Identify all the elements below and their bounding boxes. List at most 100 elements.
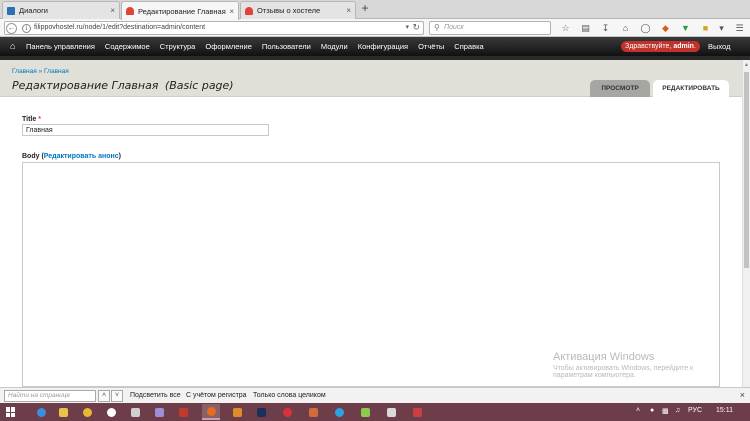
breadcrumb-separator: » bbox=[38, 68, 43, 75]
user-greeting[interactable]: Здравствуйте, admin. bbox=[621, 41, 700, 52]
clipboard-icon[interactable]: ▤ bbox=[580, 22, 591, 34]
back-arrow-icon[interactable]: ← bbox=[6, 23, 17, 34]
watermark-line: Чтобы активировать Windows, перейдите к bbox=[553, 365, 694, 372]
taskbar-filezilla-icon[interactable] bbox=[174, 404, 192, 420]
find-next-button[interactable]: ˅ bbox=[111, 390, 123, 402]
menu-item-people[interactable]: Пользователи bbox=[262, 42, 311, 51]
clock[interactable]: 15:11 bbox=[716, 407, 733, 414]
search-icon: ⚲ bbox=[434, 23, 440, 32]
greeting-suffix: . bbox=[693, 43, 696, 50]
language-indicator[interactable]: РУС bbox=[688, 407, 702, 414]
breadcrumb-link-home[interactable]: Главная bbox=[12, 68, 37, 75]
watermark-line: параметрам компьютера. bbox=[553, 372, 636, 379]
drupal-favicon-icon bbox=[245, 6, 253, 15]
shield-icon[interactable]: ▼ bbox=[680, 22, 691, 34]
browser-tab-reviews[interactable]: Отзывы о хостеле × bbox=[240, 1, 356, 19]
chat-bubble-icon[interactable]: ◯ bbox=[640, 22, 651, 34]
addon-icon[interactable]: ◆ bbox=[660, 22, 671, 34]
logout-link[interactable]: Выход bbox=[708, 42, 730, 51]
taskbar-yandex-icon[interactable] bbox=[102, 404, 120, 420]
menu-item-appearance[interactable]: Оформление bbox=[205, 42, 252, 51]
menu-item-configuration[interactable]: Конфигурация bbox=[358, 42, 408, 51]
taskbar-app-icon[interactable] bbox=[126, 404, 144, 420]
admin-menu: Панель управления Содержимое Структура О… bbox=[26, 37, 494, 56]
url-text[interactable]: filippovhostel.ru/node/1/edit?destinatio… bbox=[34, 24, 205, 31]
whole-words-option[interactable]: Только слова целиком bbox=[253, 392, 326, 399]
home-icon[interactable]: ⌂ bbox=[10, 41, 15, 51]
menu-item-content[interactable]: Содержимое bbox=[105, 42, 150, 51]
browser-tab-edit-main[interactable]: Редактирование Главная (B × bbox=[121, 1, 239, 20]
find-input[interactable]: Найти на странице bbox=[4, 390, 96, 402]
chat-icon bbox=[7, 6, 15, 15]
tray-app-icon[interactable]: ● bbox=[650, 407, 654, 414]
info-icon[interactable]: i bbox=[22, 24, 31, 33]
scrollbar-thumb[interactable] bbox=[744, 72, 749, 268]
taskbar-app-icon[interactable] bbox=[150, 404, 168, 420]
taskbar-folder-icon[interactable] bbox=[54, 404, 72, 420]
menu-icon[interactable]: ☰ bbox=[734, 22, 745, 34]
menu-item-reports[interactable]: Отчёты bbox=[418, 42, 444, 51]
title-input[interactable] bbox=[22, 124, 269, 136]
url-bar[interactable]: ← i filippovhostel.ru/node/1/edit?destin… bbox=[4, 21, 424, 35]
edit-summary-link[interactable]: Редактировать анонс bbox=[44, 153, 119, 160]
page-scrollbar[interactable]: ▲ bbox=[742, 60, 750, 387]
page-title-type: (Basic page) bbox=[164, 79, 234, 92]
body-field-label: Body (Редактировать анонс) bbox=[22, 153, 121, 160]
browser-tab-strip: Диалоги × Редактирование Главная (B × От… bbox=[0, 0, 750, 20]
taskbar-opera-icon[interactable] bbox=[278, 404, 296, 420]
home-icon[interactable]: ⌂ bbox=[620, 22, 631, 34]
download-icon[interactable]: ↧ bbox=[600, 22, 611, 34]
title-field-label: Title * bbox=[22, 116, 41, 123]
taskbar-app-icon[interactable] bbox=[408, 404, 426, 420]
volume-icon[interactable]: ♫ bbox=[675, 407, 680, 414]
reload-icon[interactable]: ↻ bbox=[412, 22, 420, 33]
network-icon[interactable]: ▩ bbox=[662, 407, 669, 415]
find-previous-button[interactable]: ˄ bbox=[98, 390, 110, 402]
highlight-all-option[interactable]: Подсветить все bbox=[130, 392, 181, 399]
browser-tab-dialogs[interactable]: Диалоги × bbox=[2, 1, 120, 19]
page-header: Главная » Главная Редактирование Главная… bbox=[0, 60, 742, 97]
menu-item-modules[interactable]: Модули bbox=[321, 42, 348, 51]
menu-item-dashboard[interactable]: Панель управления bbox=[26, 42, 95, 51]
tab-view[interactable]: Просмотр bbox=[590, 80, 650, 97]
taskbar-skype-icon[interactable] bbox=[330, 404, 348, 420]
edit-form: Title * Body (Редактировать анонс) Актив… bbox=[0, 97, 742, 387]
chevron-down-icon[interactable]: ▾ bbox=[716, 22, 727, 34]
search-input[interactable]: ⚲ Поиск bbox=[429, 21, 551, 35]
browser-nav-bar: ← i filippovhostel.ru/node/1/edit?destin… bbox=[0, 19, 750, 37]
tab-label: Отзывы о хостеле bbox=[257, 6, 321, 15]
taskbar-photoshop-icon[interactable] bbox=[252, 404, 270, 420]
chevron-down-icon[interactable]: ▾ bbox=[405, 23, 409, 31]
taskbar-firefox-icon[interactable] bbox=[202, 404, 220, 420]
windows-start-icon[interactable] bbox=[6, 407, 16, 417]
admin-toolbar: ⌂ Панель управления Содержимое Структура… bbox=[0, 37, 750, 56]
taskbar-app-icon[interactable] bbox=[228, 404, 246, 420]
close-icon[interactable]: × bbox=[740, 390, 745, 400]
taskbar-explorer-ie-icon[interactable] bbox=[32, 404, 50, 420]
taskbar-app-icon[interactable] bbox=[382, 404, 400, 420]
taskbar-app-icon[interactable] bbox=[304, 404, 322, 420]
tab-label: Диалоги bbox=[19, 6, 48, 15]
tray-chevron-up-icon[interactable]: ˄ bbox=[636, 407, 640, 414]
watermark-title: Активация Windows bbox=[553, 351, 655, 363]
search-placeholder: Поиск bbox=[444, 24, 464, 31]
taskbar-chrome-icon[interactable] bbox=[78, 404, 96, 420]
close-tab-icon[interactable]: × bbox=[346, 6, 351, 15]
close-tab-icon[interactable]: × bbox=[229, 7, 234, 16]
menu-item-structure[interactable]: Структура bbox=[160, 42, 196, 51]
match-case-option[interactable]: С учётом регистра bbox=[186, 392, 247, 399]
extension-icon[interactable]: ■ bbox=[700, 22, 711, 34]
greeting-username: admin bbox=[673, 43, 694, 50]
close-tab-icon[interactable]: × bbox=[110, 6, 115, 15]
find-bar: Найти на странице ˄ ˅ Подсветить все С у… bbox=[0, 387, 750, 403]
new-tab-button[interactable]: + bbox=[358, 2, 372, 16]
tab-edit[interactable]: Редактировать bbox=[653, 80, 729, 97]
star-icon[interactable]: ☆ bbox=[560, 22, 571, 34]
breadcrumb-link-main[interactable]: Главная bbox=[44, 68, 69, 75]
taskbar-app-icon[interactable] bbox=[356, 404, 374, 420]
drupal-favicon-icon bbox=[126, 7, 134, 15]
scroll-up-icon[interactable]: ▲ bbox=[744, 62, 749, 68]
tab-label: Редактирование Главная (B bbox=[138, 6, 227, 16]
required-mark: * bbox=[38, 116, 41, 123]
menu-item-help[interactable]: Справка bbox=[454, 42, 483, 51]
